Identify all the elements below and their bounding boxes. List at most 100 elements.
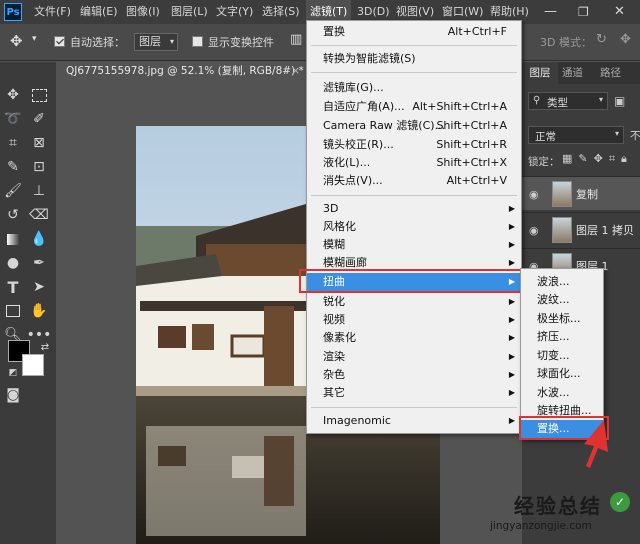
image-filter-icon[interactable]: ▣ <box>614 94 625 108</box>
menu-item-filter-gallery[interactable]: 滤镜库(G)... <box>307 79 521 97</box>
patch-tool-icon[interactable]: ⊡ <box>28 156 50 178</box>
menu-item-last-filter[interactable]: 置换 Alt+Ctrl+F <box>307 23 521 41</box>
submenu-arrow-icon: ▶ <box>508 388 515 397</box>
menu-item-pixelate[interactable]: 像素化 ▶ <box>307 329 521 347</box>
tab-paths[interactable]: 路径 <box>600 62 621 84</box>
rectangle-tool-icon[interactable] <box>2 300 24 322</box>
gradient-tool-icon[interactable] <box>2 228 24 250</box>
stamp-tool-icon[interactable]: ⊥ <box>28 180 50 202</box>
menu-item-vanishing-point[interactable]: 消失点(V)... Alt+Ctrl+V <box>307 172 521 190</box>
filter-menu: 置换 Alt+Ctrl+F 转换为智能滤镜(S) 滤镜库(G)... 自适应广角… <box>306 20 522 434</box>
menu-image[interactable]: 图像(I) <box>126 0 160 24</box>
layer-filter-dropdown[interactable]: ⚲ 类型 ▾ <box>528 92 608 110</box>
frame-tool-icon[interactable]: ⊠ <box>28 132 50 154</box>
lasso-tool-icon[interactable]: ➰ <box>2 108 24 130</box>
auto-select-label: 自动选择： <box>70 36 125 49</box>
submenu-arrow-icon: ▶ <box>508 352 515 361</box>
menu-item-noise[interactable]: 杂色 ▶ <box>307 366 521 384</box>
rotate-3d-icon[interactable]: ↻ <box>596 32 607 47</box>
menu-item-adaptive-wide-angle[interactable]: 自适应广角(A)... Alt+Shift+Ctrl+A <box>307 98 521 116</box>
menu-type[interactable]: 文字(Y) <box>216 0 253 24</box>
move-tool-icon[interactable]: ✥ <box>2 84 24 106</box>
pen-tool-icon[interactable]: ✒ <box>28 252 50 274</box>
brush-tool-icon[interactable]: 🖌 <box>2 180 24 202</box>
menu-layer[interactable]: 图层(L) <box>171 0 208 24</box>
align-icon[interactable]: ▥ <box>290 32 302 47</box>
annotation-arrow-icon <box>584 420 608 468</box>
eraser-tool-icon[interactable]: ⌫ <box>28 204 50 226</box>
distort-submenu: 波浪... 波纹... 极坐标... 挤压... 切变... 球面化... 水波… <box>520 268 604 440</box>
layer-row[interactable]: ◉ 图层 1 拷贝 <box>522 212 640 246</box>
submenu-item-pinch[interactable]: 挤压... <box>521 328 603 346</box>
path-select-icon[interactable]: ➤ <box>28 276 50 298</box>
layer-thumbnail <box>552 217 572 243</box>
marquee-tool-icon[interactable] <box>28 84 50 106</box>
eyedropper-tool-icon[interactable]: ✎ <box>2 156 24 178</box>
restore-icon[interactable]: ❐ <box>578 0 589 24</box>
history-brush-icon[interactable]: ↺ <box>2 204 24 226</box>
visibility-eye-icon[interactable]: ◉ <box>529 188 539 201</box>
hand-tool-icon[interactable]: ✋ <box>28 300 50 322</box>
minimize-icon[interactable]: — <box>544 0 557 24</box>
menu-item-lens-correction[interactable]: 镜头校正(R)... Shift+Ctrl+R <box>307 136 521 154</box>
swap-colors-icon[interactable]: ⇄ <box>34 336 56 358</box>
pan-3d-icon[interactable]: ✥ <box>620 32 631 47</box>
move-tool-icon[interactable]: ✥ <box>10 32 23 50</box>
document-title: QJ6775155978.jpg @ 52.1% (复制, RGB/8#) * <box>66 65 304 77</box>
menu-item-video[interactable]: 视频 ▶ <box>307 311 521 329</box>
layer-row[interactable]: ◉ 复制 <box>522 176 640 210</box>
submenu-arrow-icon: ▶ <box>508 204 515 213</box>
menu-item-blur[interactable]: 模糊 ▶ <box>307 236 521 254</box>
menu-item-camera-raw[interactable]: Camera Raw 滤镜(C)... Shift+Ctrl+A <box>307 117 521 135</box>
chevron-down-icon: ▾ <box>598 95 603 104</box>
lock-icons[interactable]: ▦✎✥⌗🔒︎ <box>562 152 633 166</box>
crop-tool-icon[interactable]: ⌗ <box>2 132 24 154</box>
blur-tool-icon[interactable]: 💧 <box>28 228 50 250</box>
menu-item-sharpen[interactable]: 锐化 ▶ <box>307 293 521 311</box>
menu-item-imagenomic[interactable]: Imagenomic ▶ <box>307 412 521 430</box>
layer-kind-label: 类型 <box>547 97 568 109</box>
tab-channels[interactable]: 通道 <box>562 62 583 84</box>
chevron-down-icon[interactable]: ▾ <box>32 34 37 44</box>
visibility-eye-icon[interactable]: ◉ <box>529 224 539 237</box>
submenu-arrow-icon: ▶ <box>508 416 515 425</box>
menu-item-liquify[interactable]: 液化(L)... Shift+Ctrl+X <box>307 154 521 172</box>
submenu-item-ripple[interactable]: 波纹... <box>521 291 603 309</box>
submenu-item-shear[interactable]: 切变... <box>521 347 603 365</box>
submenu-item-wave[interactable]: 波浪... <box>521 273 603 291</box>
blend-mode-dropdown[interactable]: 正常 ▾ <box>528 126 624 144</box>
submenu-item-polar-coordinates[interactable]: 极坐标... <box>521 310 603 328</box>
menu-item-stylize[interactable]: 风格化 ▶ <box>307 218 521 236</box>
panel-tabs: 图层 通道 路径 <box>522 62 640 84</box>
photoshop-logo: Ps <box>4 3 22 21</box>
quick-mask-icon[interactable]: ◙ <box>2 384 24 406</box>
close-window-icon[interactable]: ✕ <box>614 0 625 24</box>
menu-item-convert-smart-filter[interactable]: 转换为智能滤镜(S) <box>307 50 521 68</box>
submenu-arrow-icon: ▶ <box>508 315 515 324</box>
menu-item-3d[interactable]: 3D ▶ <box>307 200 521 218</box>
watermark-title: 经验总结 <box>514 494 602 518</box>
submenu-item-zigzag[interactable]: 水波... <box>521 384 603 402</box>
menu-divider <box>311 195 517 196</box>
auto-select-dropdown[interactable]: 图层 ▾ <box>134 33 178 51</box>
quick-select-tool-icon[interactable]: ✐ <box>28 108 50 130</box>
dodge-tool-icon[interactable]: ● <box>2 252 24 274</box>
menu-select[interactable]: 选择(S) <box>262 0 300 24</box>
menu-file[interactable]: 文件(F) <box>34 0 71 24</box>
auto-select-checkbox[interactable] <box>54 36 65 47</box>
blend-mode-value: 正常 <box>535 131 556 143</box>
menu-edit[interactable]: 编辑(E) <box>80 0 118 24</box>
submenu-item-spherize[interactable]: 球面化... <box>521 365 603 383</box>
document-tab[interactable]: QJ6775155978.jpg @ 52.1% (复制, RGB/8#) * … <box>56 60 306 81</box>
menu-item-render[interactable]: 渲染 ▶ <box>307 348 521 366</box>
type-tool-icon[interactable]: T <box>2 276 24 298</box>
default-colors-icon[interactable]: ◩ <box>2 362 24 384</box>
show-transform-checkbox[interactable] <box>192 36 203 47</box>
tools-panel: ✥ ➰ ✐ ⌗ ⊠ ✎ ⊡ 🖌 ⊥ ↺ ⌫ 💧 ● ✒ T ➤ ✋ 🔍︎ •••… <box>0 62 56 544</box>
tab-layers[interactable]: 图层 <box>522 62 558 84</box>
check-mark-icon: ✓ <box>610 492 630 512</box>
chevron-down-icon: ▾ <box>614 129 619 138</box>
menu-item-other[interactable]: 其它 ▶ <box>307 384 521 402</box>
search-icon: ⚲ <box>533 95 541 106</box>
close-icon[interactable]: × <box>291 61 300 82</box>
